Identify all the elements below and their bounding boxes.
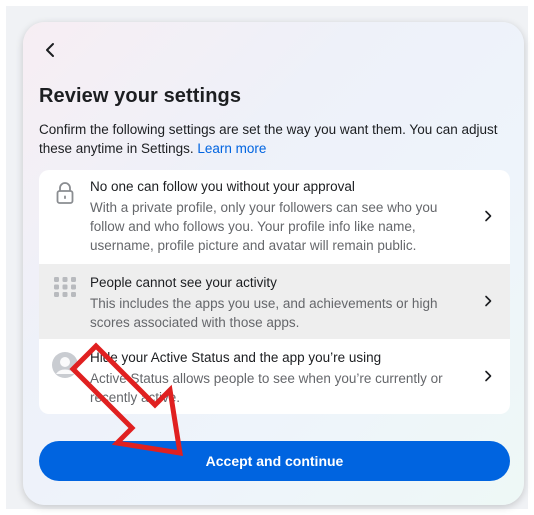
accept-and-continue-button[interactable]: Accept and continue [39,441,510,481]
page-description: Confirm the following settings are set t… [39,120,509,158]
chevron-right-icon [482,209,494,223]
chevron-right-icon [482,294,494,308]
chevron-right-icon [482,369,494,383]
setting-title: Hide your Active Status and the app you’… [90,350,382,365]
lock-icon [51,179,79,207]
avatar-icon [50,350,80,380]
description-text: Confirm the following settings are set t… [39,122,498,156]
learn-more-link[interactable]: Learn more [197,141,266,156]
setting-title: No one can follow you without your appro… [90,179,355,194]
setting-description: This includes the apps you use, and achi… [90,296,438,330]
setting-description: With a private profile, only your follow… [90,200,438,253]
page-title: Review your settings [39,85,242,107]
chevron-left-icon [46,43,54,57]
setting-item-activity[interactable]: People cannot see your activity This inc… [39,264,510,339]
apps-grid-icon [51,273,79,301]
setting-item-active-status[interactable]: Hide your Active Status and the app you’… [39,339,510,414]
review-settings-dialog: Review your settings Confirm the followi… [23,22,524,505]
setting-description: Active Status allows people to see when … [90,371,443,405]
setting-item-private-profile[interactable]: No one can follow you without your appro… [39,170,510,264]
settings-list: No one can follow you without your appro… [39,170,510,414]
back-button[interactable] [38,38,62,62]
setting-title: People cannot see your activity [90,275,277,290]
